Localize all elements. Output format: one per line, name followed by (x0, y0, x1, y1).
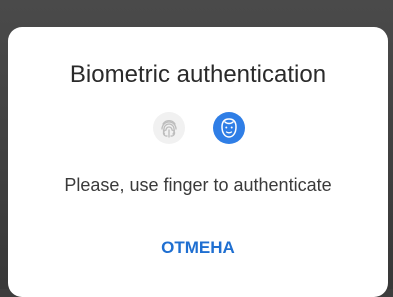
face-option[interactable] (213, 112, 245, 144)
dialog-title: Biometric authentication (69, 61, 327, 88)
biometric-method-selector (153, 112, 263, 144)
fingerprint-option[interactable] (153, 112, 185, 144)
dialog-message: Please, use finger to authenticate (64, 175, 332, 195)
biometric-dialog: Biometric authentication Please, use fin… (8, 27, 388, 297)
cancel-button[interactable]: ОТМЕНА (148, 233, 248, 263)
